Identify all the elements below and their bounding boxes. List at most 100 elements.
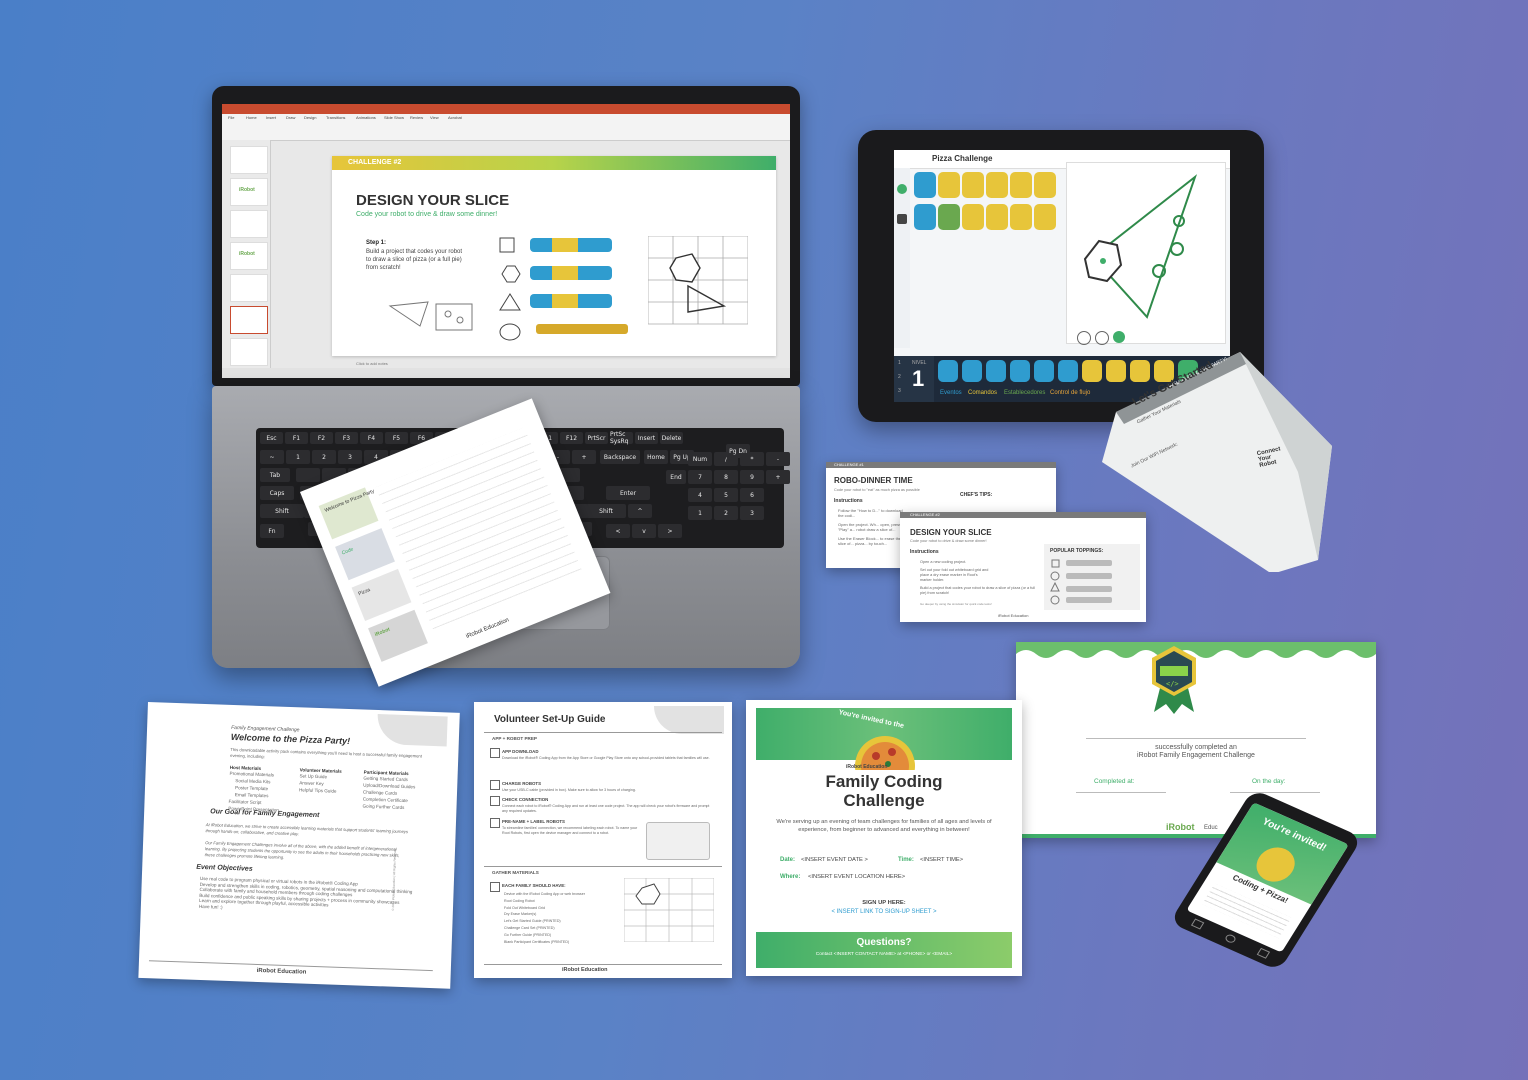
stop-icon[interactable]: [897, 214, 907, 224]
code-block[interactable]: [986, 204, 1008, 230]
ppt-tab-acrobat[interactable]: Acrobat: [448, 115, 462, 120]
keyboard-key[interactable]: 6: [740, 488, 764, 502]
keyboard-key[interactable]: Num: [688, 452, 712, 466]
keyboard-key[interactable]: F5: [385, 432, 408, 444]
keyboard-key[interactable]: F3: [335, 432, 358, 444]
code-block[interactable]: [962, 204, 984, 230]
keyboard-key[interactable]: 2: [714, 506, 738, 520]
simulator-canvas[interactable]: [1066, 162, 1226, 345]
keyboard-key[interactable]: >: [658, 524, 682, 538]
keyboard-key[interactable]: 2: [312, 450, 336, 464]
keyboard-key[interactable]: Enter: [606, 486, 650, 500]
keyboard-key[interactable]: Delete: [660, 432, 683, 444]
code-block[interactable]: [938, 204, 960, 230]
slide-thumb[interactable]: iRobot: [230, 178, 268, 206]
keyboard-key[interactable]: Shift: [586, 504, 626, 518]
keyboard-key[interactable]: Shift: [260, 504, 304, 518]
slide-thumb-selected[interactable]: [230, 306, 268, 334]
keyboard-key[interactable]: 1: [286, 450, 310, 464]
keyboard-key[interactable]: Fn: [260, 524, 284, 538]
keyboard-key[interactable]: 9: [740, 470, 764, 484]
code-block[interactable]: [914, 204, 936, 230]
code-block[interactable]: [914, 172, 936, 198]
keyboard-key[interactable]: PrtScr: [585, 432, 608, 444]
keyboard-key[interactable]: 7: [688, 470, 712, 484]
keyboard-key[interactable]: +: [572, 450, 596, 464]
project-title[interactable]: Pizza Challenge: [932, 154, 992, 163]
ppt-tab-view[interactable]: View: [430, 115, 439, 120]
keyboard-key[interactable]: Pg Dn: [726, 444, 750, 458]
palette-block[interactable]: [962, 360, 982, 382]
home-icon[interactable]: [1223, 933, 1238, 945]
code-block[interactable]: [938, 172, 960, 198]
checkbox[interactable]: [490, 748, 500, 758]
keyboard-key[interactable]: v: [632, 524, 656, 538]
code-canvas[interactable]: [914, 172, 1058, 234]
keyboard-key[interactable]: ^: [628, 504, 652, 518]
flyer-signup-value[interactable]: < INSERT LINK TO SIGN-UP SHEET >: [746, 909, 1022, 915]
slide-thumb[interactable]: iRobot: [230, 242, 268, 270]
ppt-tab-draw[interactable]: Draw: [286, 115, 295, 120]
palette-block[interactable]: [1058, 360, 1078, 382]
keyboard-key[interactable]: 8: [714, 470, 738, 484]
back-icon[interactable]: [1190, 918, 1205, 930]
palette-tab-events[interactable]: Eventos: [940, 390, 962, 396]
keyboard-key[interactable]: ~: [260, 450, 284, 464]
checkbox[interactable]: [490, 882, 500, 892]
slide-thumb[interactable]: [230, 274, 268, 302]
checkbox[interactable]: [490, 780, 500, 790]
palette-block[interactable]: [938, 360, 958, 382]
keyboard-key[interactable]: Insert: [635, 432, 658, 444]
keyboard-key[interactable]: 5: [714, 488, 738, 502]
keyboard-key[interactable]: <: [606, 524, 630, 538]
slide-thumb[interactable]: [230, 146, 268, 174]
palette-block[interactable]: [986, 360, 1006, 382]
keyboard-key[interactable]: F4: [360, 432, 383, 444]
code-block[interactable]: [1034, 204, 1056, 230]
notes-placeholder[interactable]: Click to add notes: [356, 361, 388, 366]
keyboard-key[interactable]: 3: [338, 450, 362, 464]
code-block[interactable]: [1010, 204, 1032, 230]
slide-thumb[interactable]: [230, 210, 268, 238]
recents-icon[interactable]: [1256, 947, 1271, 959]
keyboard-key[interactable]: +: [766, 470, 790, 484]
ppt-tab-slideshow[interactable]: Slide Show: [384, 115, 404, 120]
keyboard-key[interactable]: End: [666, 470, 686, 484]
ppt-tab-review[interactable]: Review: [410, 115, 423, 120]
keyboard-key[interactable]: Home: [644, 450, 668, 464]
palette-tab-commands[interactable]: Comandos: [968, 390, 997, 396]
keyboard-key[interactable]: 4: [688, 488, 712, 502]
keyboard-key[interactable]: F1: [285, 432, 308, 444]
keyboard-key[interactable]: Esc: [260, 432, 283, 444]
keyboard-key[interactable]: 3: [740, 506, 764, 520]
keyboard-key[interactable]: F2: [310, 432, 333, 444]
marker-up-icon[interactable]: [1077, 331, 1091, 345]
ppt-tab-home[interactable]: Home: [246, 115, 257, 120]
play-icon[interactable]: [897, 184, 907, 194]
keyboard-key[interactable]: Backspace: [600, 450, 640, 464]
keyboard-key[interactable]: F12: [560, 432, 583, 444]
color-icon[interactable]: [1113, 331, 1125, 343]
palette-block[interactable]: [1010, 360, 1030, 382]
checkbox[interactable]: [490, 818, 500, 828]
ppt-tab-animations[interactable]: Animations: [356, 115, 376, 120]
slide-thumb[interactable]: [230, 338, 268, 366]
code-block[interactable]: [962, 172, 984, 198]
ppt-tab-transitions[interactable]: Transitions: [326, 115, 345, 120]
ppt-tab-design[interactable]: Design: [304, 115, 316, 120]
marker-down-icon[interactable]: [1095, 331, 1109, 345]
palette-tab-setters[interactable]: Establecedores: [1004, 390, 1045, 396]
keyboard-key[interactable]: Caps: [260, 486, 294, 500]
keyboard-key[interactable]: Tab: [260, 468, 290, 482]
level-number[interactable]: 1: [912, 366, 924, 392]
palette-tab-flow[interactable]: Control de flujo: [1050, 390, 1090, 396]
ppt-tab-insert[interactable]: Insert: [266, 115, 276, 120]
keyboard-key[interactable]: PrtSc SysRq: [610, 431, 633, 445]
code-block[interactable]: [986, 172, 1008, 198]
ppt-tab-file[interactable]: File: [228, 115, 234, 120]
keyboard-key[interactable]: -: [766, 452, 790, 466]
checkbox[interactable]: [490, 796, 500, 806]
keyboard-key[interactable]: [296, 468, 320, 482]
palette-block[interactable]: [1034, 360, 1054, 382]
keyboard-key[interactable]: 1: [688, 506, 712, 520]
